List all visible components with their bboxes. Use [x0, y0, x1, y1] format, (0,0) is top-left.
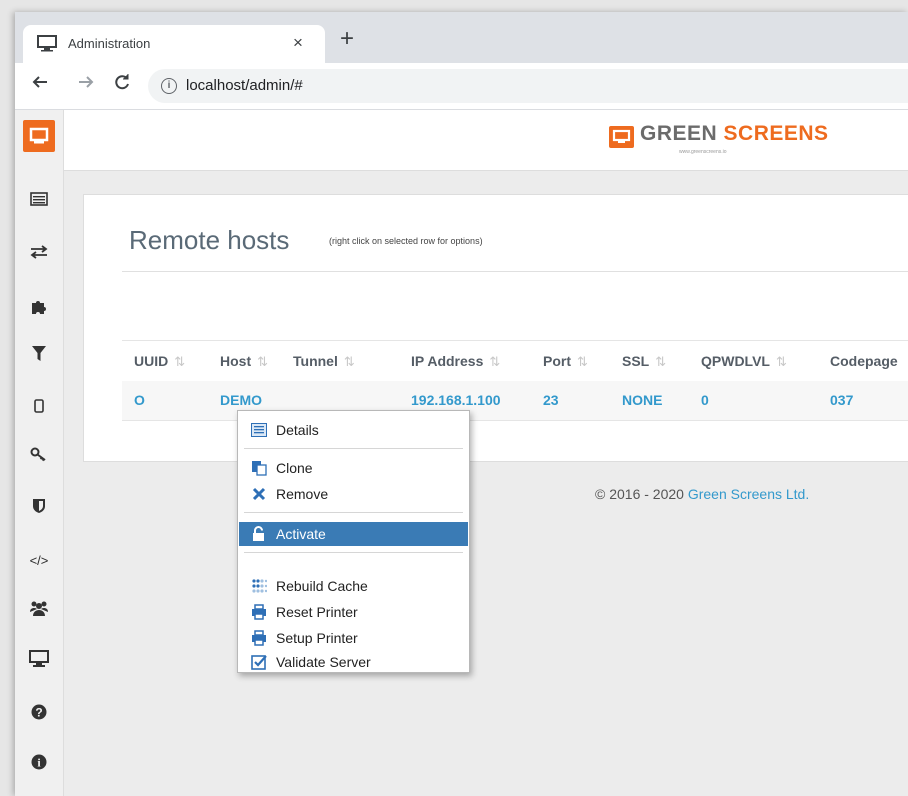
- sidebar-item-sessions[interactable]: [23, 187, 55, 211]
- cell-codepage: 037: [830, 392, 854, 408]
- list-icon: [251, 423, 267, 437]
- cell-ip-address: 192.168.1.100: [411, 392, 501, 408]
- menu-separator: [244, 552, 463, 553]
- menu-separator: [244, 512, 463, 513]
- logo-text: GREEN SCREENS: [640, 122, 829, 145]
- sort-icon: ⇅: [489, 354, 501, 369]
- arrow-left-icon: [32, 76, 47, 88]
- column-header-codepage[interactable]: Codepage: [830, 353, 898, 369]
- monitor-icon: [29, 127, 49, 144]
- filter-icon: [32, 346, 46, 361]
- title-divider: [122, 271, 908, 272]
- svg-text:?: ?: [35, 706, 42, 720]
- printer-icon: [252, 630, 266, 646]
- menu-item-setup-printer[interactable]: Setup Printer: [239, 626, 468, 650]
- column-header-uuid[interactable]: UUID ⇅: [134, 353, 185, 370]
- info-circle-icon: i: [31, 754, 47, 770]
- sidebar-item-security[interactable]: [23, 494, 55, 518]
- code-icon: </>: [29, 552, 49, 568]
- menu-item-validate-server[interactable]: Validate Server: [239, 650, 468, 674]
- app-header: GREEN SCREENS www.greenscreens.io: [64, 110, 908, 171]
- sort-icon: ⇅: [174, 354, 186, 369]
- question-icon: ?: [31, 704, 47, 720]
- menu-item-rebuild-cache[interactable]: Rebuild Cache: [239, 574, 468, 598]
- browser-window: Administration × + i localhost/admin/# <…: [15, 12, 908, 796]
- sidebar-item-help[interactable]: ?: [23, 700, 55, 724]
- menu-item-clone[interactable]: Clone: [239, 456, 468, 480]
- sort-icon: ⇅: [577, 354, 588, 369]
- window-list-icon: [30, 192, 48, 206]
- remote-hosts-panel: Remote hosts (right click on selected ro…: [83, 194, 908, 462]
- info-icon[interactable]: i: [161, 78, 177, 94]
- tab-title: Administration: [68, 36, 151, 51]
- forward-button[interactable]: [77, 73, 95, 97]
- sidebar-item-desktop[interactable]: [23, 647, 55, 671]
- tab-close-button[interactable]: ×: [293, 33, 303, 53]
- reload-icon: [115, 74, 129, 90]
- transfer-icon: [30, 245, 48, 259]
- tab-strip: Administration × +: [15, 12, 908, 63]
- sidebar-item-plugins[interactable]: [23, 294, 55, 318]
- menu-separator: [244, 448, 463, 449]
- browser-toolbar: i localhost/admin/#: [15, 63, 908, 110]
- monitor-icon: [37, 35, 57, 52]
- back-button[interactable]: [31, 73, 49, 97]
- new-tab-button[interactable]: +: [340, 27, 354, 51]
- page-title: Remote hosts: [129, 225, 290, 255]
- mobile-icon: [34, 399, 44, 413]
- page-subtitle: (right click on selected row for options…: [329, 236, 483, 246]
- unlock-icon: [253, 526, 264, 541]
- column-header-host[interactable]: Host ⇅: [220, 353, 268, 370]
- column-header-qpwdlvl[interactable]: QPWDLVL ⇅: [701, 353, 787, 370]
- cell-qpwdlvl: 0: [701, 392, 709, 408]
- clone-icon: [252, 461, 267, 476]
- sort-icon: ⇅: [655, 354, 667, 369]
- context-menu: Details Clone Remove Activate Rebuild Ca…: [237, 410, 470, 673]
- app-sidebar: </> ? i: [15, 110, 64, 796]
- address-bar[interactable]: i localhost/admin/#: [148, 69, 908, 103]
- sidebar-item-mobile[interactable]: [23, 394, 55, 418]
- sidebar-item-users[interactable]: [23, 596, 55, 620]
- cell-uuid: O: [134, 392, 145, 408]
- footer-copyright: © 2016 - 2020 Green Screens Ltd.: [595, 486, 810, 502]
- column-header-ip-address[interactable]: IP Address ⇅: [411, 353, 500, 370]
- logo-tagline: www.greenscreens.io: [679, 149, 727, 155]
- sidebar-item-info[interactable]: i: [23, 750, 55, 774]
- puzzle-icon: [32, 301, 46, 314]
- menu-item-details[interactable]: Details: [239, 418, 468, 442]
- sort-icon: ⇅: [257, 354, 269, 369]
- sidebar-item-transfer[interactable]: [23, 240, 55, 264]
- sort-icon: ⇅: [343, 354, 355, 369]
- company-link[interactable]: Green Screens Ltd.: [688, 486, 809, 502]
- sidebar-item-keys[interactable]: [23, 442, 55, 466]
- logo-monitor-icon: [609, 126, 634, 148]
- sidebar-item-filter[interactable]: [23, 342, 55, 366]
- sidebar-logo[interactable]: [23, 120, 55, 152]
- checkbox-icon: [251, 655, 267, 670]
- menu-item-remove[interactable]: Remove: [239, 482, 468, 506]
- cell-ssl: NONE: [622, 392, 663, 408]
- desktop-icon: [29, 650, 49, 667]
- table-header: UUID ⇅ Host ⇅ Tunnel ⇅ IP Address ⇅ Port ⇅ SS…: [122, 340, 908, 382]
- remove-icon: [252, 487, 266, 501]
- column-header-tunnel[interactable]: Tunnel ⇅: [293, 353, 355, 370]
- url-text: localhost/admin/#: [186, 77, 303, 94]
- printer-icon: [252, 604, 266, 620]
- cell-port: 23: [543, 392, 559, 408]
- cache-icon: [252, 579, 267, 593]
- tab-administration[interactable]: Administration ×: [23, 25, 325, 63]
- column-header-ssl[interactable]: SSL ⇅: [622, 353, 666, 370]
- menu-item-activate[interactable]: Activate: [239, 522, 468, 546]
- sort-icon: ⇅: [775, 354, 787, 369]
- column-header-port[interactable]: Port ⇅: [543, 353, 588, 370]
- key-icon: [30, 447, 46, 462]
- sidebar-item-code[interactable]: </>: [23, 548, 55, 572]
- cell-host: DEMO: [220, 392, 262, 408]
- shield-icon: [33, 499, 45, 513]
- menu-item-reset-printer[interactable]: Reset Printer: [239, 600, 468, 624]
- reload-button[interactable]: [113, 73, 131, 97]
- users-icon: [30, 601, 48, 616]
- arrow-right-icon: [79, 76, 94, 88]
